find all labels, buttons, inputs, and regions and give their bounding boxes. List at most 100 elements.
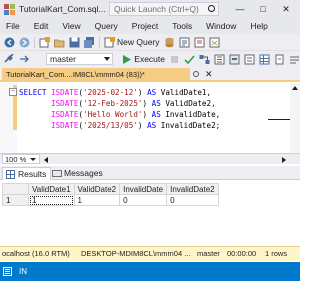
server-name: ocalhost (16.0 RTM)	[2, 249, 70, 258]
editor-zoom-bar: 100 %	[0, 153, 300, 164]
sql-text: )	[142, 99, 152, 108]
sql-string-literal: '2025/13/05'	[83, 121, 138, 130]
sql-keyword: AS	[151, 99, 161, 108]
code-line[interactable]: ISDATE('Hello World') AS InvalidDate,	[19, 109, 220, 120]
database-query-icon[interactable]	[164, 37, 175, 48]
table-row[interactable]: 1 1 1 0 0	[2, 194, 219, 206]
close-window-button[interactable]: ✕	[279, 2, 293, 16]
row-number[interactable]: 1	[2, 194, 29, 206]
scroll-right-icon[interactable]	[282, 157, 286, 163]
query-document-tab[interactable]: TutorialKart_Com....IM8CL\mmm04 (83))*	[2, 68, 190, 82]
open-file-icon[interactable]	[54, 37, 65, 48]
tab-messages[interactable]: Messages	[49, 167, 107, 180]
output-icon[interactable]	[3, 267, 12, 276]
menu-query[interactable]: Query	[95, 21, 118, 31]
xmla-query-icon[interactable]	[209, 37, 220, 48]
close-tab-button[interactable]: ✕	[205, 67, 213, 82]
sql-function: ISDATE	[51, 99, 79, 108]
results-to-text-icon[interactable]	[244, 54, 255, 65]
sql-text: ValidDate1,	[156, 88, 212, 97]
chevron-down-icon	[104, 57, 111, 61]
code-line[interactable]: SELECT ISDATE('2025-02-12') AS ValidDate…	[19, 87, 211, 98]
scroll-left-icon[interactable]	[44, 157, 48, 163]
sql-text: InvalidDate2;	[156, 121, 221, 130]
menu-file[interactable]: File	[6, 21, 20, 31]
sql-text: )	[137, 88, 148, 97]
mdx-query-icon[interactable]	[179, 37, 190, 48]
menu-edit[interactable]: Edit	[34, 21, 49, 31]
menu-help[interactable]: Help	[250, 21, 267, 31]
connect-icon[interactable]	[4, 52, 15, 65]
sql-keyword: SELECT	[19, 88, 52, 97]
standard-toolbar: New Query	[0, 34, 300, 51]
results-to-grid-icon[interactable]	[259, 54, 270, 65]
intellisense-icon[interactable]	[229, 54, 240, 65]
minimize-button[interactable]: —	[233, 2, 247, 16]
tab-results[interactable]: Results	[2, 167, 52, 180]
new-project-icon[interactable]	[39, 36, 50, 48]
scroll-up-icon[interactable]	[292, 86, 298, 90]
toolbar-separator	[34, 36, 35, 48]
maximize-button[interactable]: □	[256, 2, 270, 16]
grid-cell[interactable]: 0	[166, 194, 219, 206]
menu-tools[interactable]: Tools	[172, 21, 192, 31]
zoom-value: 100 %	[5, 155, 27, 164]
collapse-icon[interactable]: −	[9, 88, 17, 96]
search-icon	[208, 5, 215, 12]
execute-button[interactable]: Execute	[134, 54, 165, 64]
code-line[interactable]: ISDATE('2025/13/05') AS InvalidDate2;	[19, 120, 220, 131]
change-connection-icon[interactable]	[19, 54, 30, 65]
new-query-button[interactable]: New Query	[117, 37, 160, 47]
grid-cell[interactable]: 0	[119, 194, 168, 206]
dmx-query-icon[interactable]	[194, 37, 205, 48]
editor-vertical-scrollbar[interactable]	[290, 83, 300, 163]
tab-results-label: Results	[18, 169, 47, 179]
sql-text: InvalidDate,	[160, 110, 221, 119]
grid-cell[interactable]: 1	[73, 194, 121, 206]
menu-bar: File Edit View Query Project Tools Windo…	[0, 18, 300, 34]
menu-view[interactable]: View	[62, 21, 80, 31]
cancel-query-icon[interactable]	[169, 54, 180, 65]
chevron-down-icon	[30, 158, 36, 161]
pin-icon[interactable]	[193, 71, 199, 77]
execute-icon[interactable]	[121, 54, 132, 65]
back-icon[interactable]	[4, 37, 15, 48]
sql-string-literal: '12-Feb-2025'	[83, 99, 143, 108]
menu-project[interactable]: Project	[132, 21, 158, 31]
column-header[interactable]: ValidDate1	[28, 183, 75, 195]
results-grid[interactable]: ValidDate1 ValidDate2 InvalidDate Invali…	[2, 183, 219, 206]
comment-icon[interactable]	[289, 54, 300, 65]
save-icon[interactable]	[69, 37, 80, 48]
column-header[interactable]: InvalidDate	[119, 183, 168, 195]
sql-text: )	[137, 121, 148, 130]
user-name: DESKTOP-MDIM8CL\mmm04 ...	[81, 249, 191, 258]
column-header[interactable]: ValidDate2	[73, 183, 121, 195]
sql-string-literal: 'Hello World'	[83, 110, 143, 119]
quick-launch-input[interactable]: Quick Launch (Ctrl+Q)	[109, 2, 219, 16]
code-line[interactable]: ISDATE('12-Feb-2025') AS ValidDate2,	[19, 98, 216, 109]
query-document-tab-title: TutorialKart_Com....IM8CL\mmm04 (83))*	[6, 70, 145, 79]
zoom-select[interactable]: 100 %	[2, 154, 40, 164]
quick-launch-placeholder: Quick Launch (Ctrl+Q)	[114, 4, 199, 14]
grid-icon	[6, 170, 15, 179]
results-to-file-icon[interactable]	[274, 54, 285, 65]
row-selector-header[interactable]	[2, 183, 29, 195]
database-select[interactable]: master	[46, 53, 114, 65]
messages-icon	[52, 170, 62, 177]
grid-cell[interactable]: 1	[28, 194, 75, 206]
sql-function: ISDATE	[51, 121, 79, 130]
query-options-icon[interactable]	[214, 54, 225, 65]
estimated-plan-icon[interactable]	[199, 54, 210, 65]
column-header[interactable]: InvalidDate2	[166, 183, 219, 195]
menu-window[interactable]: Window	[206, 21, 236, 31]
sql-function: ISDATE	[51, 88, 79, 97]
forward-icon[interactable]	[19, 37, 30, 48]
sql-function: ISDATE	[51, 110, 79, 119]
new-query-icon[interactable]	[104, 36, 115, 48]
sql-editor[interactable]: − SELECT ISDATE('2025-02-12') AS ValidDa…	[0, 83, 300, 163]
database-name: master	[197, 249, 220, 258]
save-all-icon[interactable]	[84, 36, 95, 48]
parse-check-icon[interactable]	[184, 54, 195, 65]
